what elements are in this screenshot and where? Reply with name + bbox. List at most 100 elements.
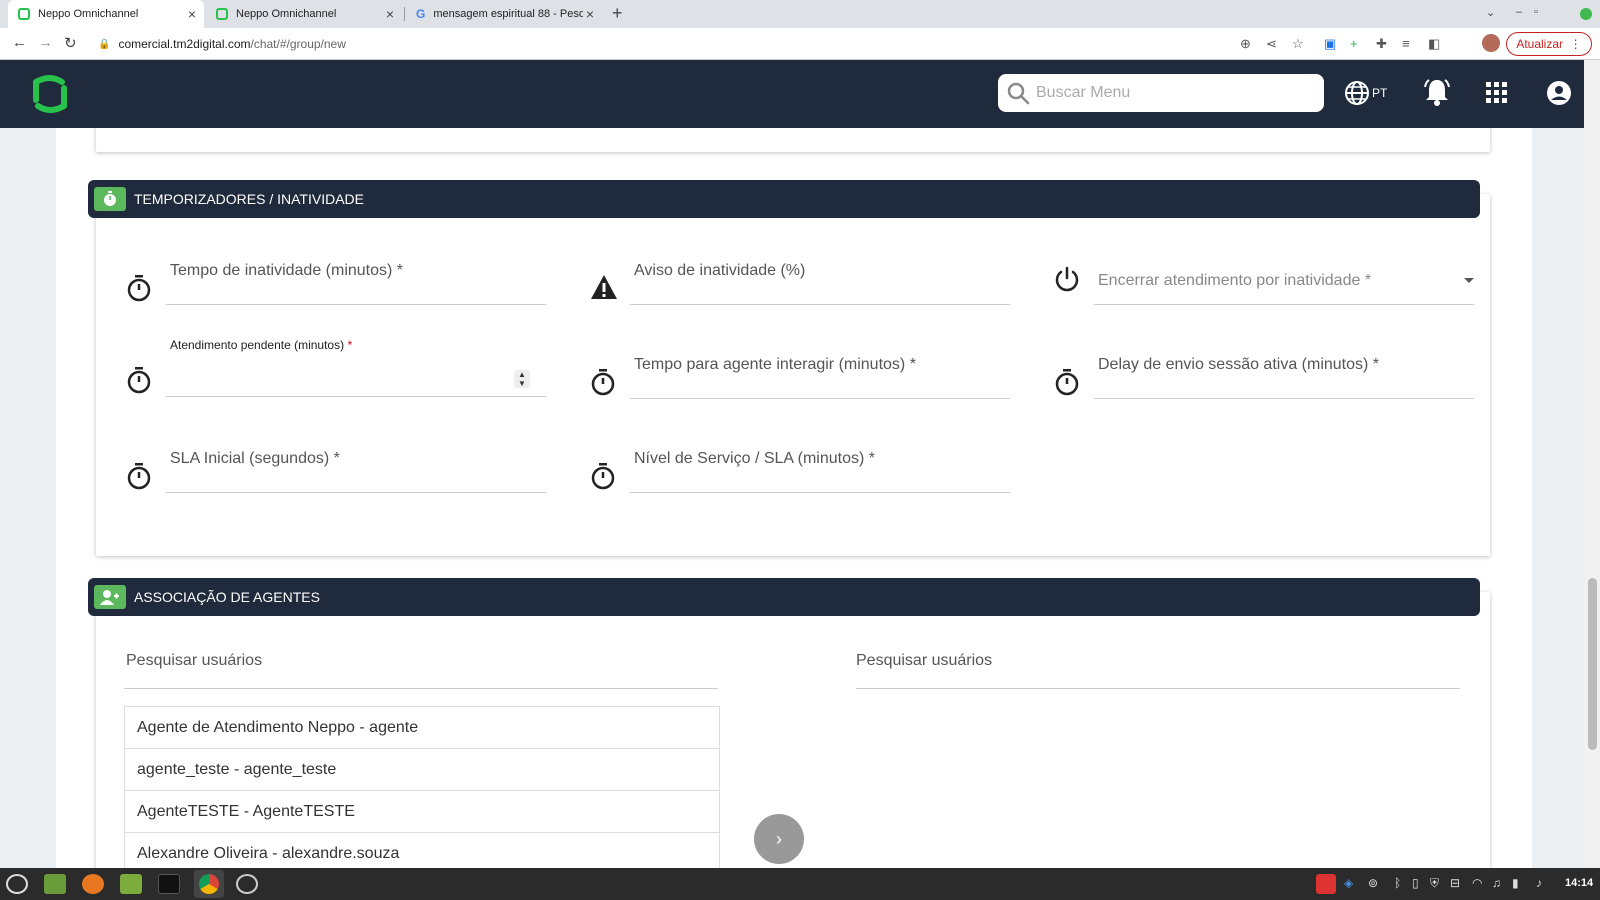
new-tab-button[interactable]: + <box>612 3 623 24</box>
notifications-bell-icon[interactable] <box>1424 78 1450 106</box>
music-icon[interactable]: ♫ <box>1492 876 1501 890</box>
battery-icon[interactable]: ▮ <box>1512 876 1519 890</box>
volume-icon[interactable]: ♪ <box>1536 876 1542 890</box>
pending-attendance-field[interactable]: Atendimento pendente (minutos) * ▲ ▼ <box>126 338 546 408</box>
end-by-inactivity-select[interactable]: Encerrar atendimento por inatividade * <box>1054 252 1484 312</box>
media-queue-icon[interactable]: ≡ <box>1402 36 1410 51</box>
update-browser-button[interactable]: Atualizar ⋮ <box>1506 32 1592 56</box>
inactivity-time-field[interactable]: Tempo de inatividade (minutos) * <box>126 252 546 312</box>
browser-tab-bar: Neppo Omnichannel × Neppo Omnichannel × … <box>0 0 1600 28</box>
vpn-icon[interactable]: ⊚ <box>1368 876 1378 890</box>
terminal-icon[interactable] <box>158 874 180 894</box>
chevron-down-icon[interactable] <box>1464 278 1474 283</box>
list-item[interactable]: Agente de Atendimento Neppo - agente <box>125 707 719 749</box>
wifi-icon[interactable]: ◠ <box>1472 876 1482 890</box>
timer-icon <box>127 463 151 490</box>
update-manager-icon[interactable]: ⛨ <box>1430 876 1439 891</box>
agents-section-header: ASSOCIAÇÃO DE AGENTES <box>88 578 1480 616</box>
anydesk-icon[interactable] <box>1316 874 1336 894</box>
field-underline <box>630 492 1010 493</box>
initial-sla-field[interactable]: SLA Inicial (segundos) * <box>126 440 546 500</box>
close-tab-icon[interactable]: × <box>586 6 594 22</box>
pending-attendance-label: Atendimento pendente (minutos) * <box>170 338 353 352</box>
page-scrollbar[interactable] <box>1584 128 1600 868</box>
taskbar-clock[interactable]: 14:14 <box>1565 877 1593 889</box>
address-bar-row: ← → ↻ 🔒 comercial.tm2digital.com/chat/#/… <box>0 28 1600 60</box>
list-item[interactable]: AgenteTESTE - AgenteTESTE <box>125 791 719 833</box>
agents-section-title: ASSOCIAÇÃO DE AGENTES <box>134 589 320 605</box>
service-level-label: Nível de Serviço / SLA (minutos) * <box>634 450 875 467</box>
url-path: /chat/#/group/new <box>250 37 346 51</box>
number-stepper-icon[interactable]: ▲ ▼ <box>514 370 530 388</box>
globe-icon[interactable] <box>1344 80 1370 106</box>
shield-icon[interactable]: ◈ <box>1344 876 1353 890</box>
close-tab-icon[interactable]: × <box>188 6 196 22</box>
user-account-icon[interactable] <box>1546 80 1572 106</box>
menu-search-input[interactable] <box>1036 84 1306 102</box>
browser-menu-icon[interactable]: ⋮ <box>1570 37 1582 51</box>
firefox-icon[interactable] <box>82 874 104 894</box>
field-underline <box>166 396 546 397</box>
network-wired-icon[interactable]: ⊟ <box>1450 876 1460 890</box>
field-underline <box>856 688 1460 689</box>
lock-icon: 🔒 <box>98 38 111 50</box>
folder-icon[interactable] <box>120 874 142 894</box>
reload-icon[interactable]: ↻ <box>64 34 77 52</box>
close-window-icon[interactable] <box>1580 8 1592 20</box>
language-label[interactable]: PT <box>1372 86 1387 100</box>
clipboard-icon[interactable]: ▯ <box>1412 876 1419 890</box>
timer-icon <box>591 369 615 396</box>
minimize-icon[interactable]: – <box>1516 6 1522 18</box>
neppo-logo-icon[interactable] <box>28 72 72 116</box>
tab-search-icon[interactable]: ⌄ <box>1486 6 1495 19</box>
timer-icon <box>1055 369 1079 396</box>
browser-tab-2[interactable]: Neppo Omnichannel × <box>206 0 402 28</box>
url-field[interactable]: 🔒 comercial.tm2digital.com/chat/#/group/… <box>92 32 1312 56</box>
extension-translate-icon[interactable]: ▣ <box>1324 36 1336 52</box>
zoom-icon[interactable]: ⊕ <box>1240 36 1251 52</box>
warning-icon <box>591 275 617 299</box>
move-right-button[interactable]: › <box>754 814 804 864</box>
previous-section-card <box>96 128 1490 152</box>
list-item[interactable]: agente_teste - agente_teste <box>125 749 719 791</box>
search-users-right-field[interactable]: Pesquisar usuários <box>856 652 992 670</box>
files-green-icon[interactable] <box>44 874 66 894</box>
extensions-puzzle-icon[interactable]: ✚ <box>1376 36 1387 52</box>
share-icon[interactable]: ⋖ <box>1266 36 1277 52</box>
inactivity-warning-field[interactable]: Aviso de inatividade (%) <box>590 252 1010 312</box>
chrome-taskbar-active[interactable] <box>194 870 224 898</box>
field-underline <box>1094 398 1474 399</box>
search-icon <box>1007 82 1030 105</box>
back-icon[interactable]: ← <box>12 34 27 51</box>
search-users-left-field[interactable]: Pesquisar usuários <box>126 652 262 670</box>
neppo-favicon-icon <box>18 8 30 20</box>
forward-icon[interactable]: → <box>38 34 53 51</box>
agent-interact-time-field[interactable]: Tempo para agente interagir (minutos) * <box>590 346 1010 406</box>
browser-tab-1[interactable]: Neppo Omnichannel × <box>8 0 204 28</box>
extension-plus-icon[interactable]: + <box>1350 36 1358 51</box>
bookmark-star-icon[interactable]: ☆ <box>1292 36 1304 52</box>
maximize-icon[interactable]: ▫ <box>1534 6 1538 18</box>
field-underline <box>166 492 546 493</box>
inactivity-warning-label: Aviso de inatividade (%) <box>634 262 806 279</box>
service-level-field[interactable]: Nível de Serviço / SLA (minutos) * <box>590 440 1010 500</box>
mint-menu-icon[interactable] <box>6 874 28 894</box>
stopwatch-badge-icon <box>94 187 126 211</box>
tab-title: Neppo Omnichannel <box>38 8 139 20</box>
profile-avatar[interactable] <box>1482 34 1500 52</box>
url-host: comercial.tm2digital.com <box>118 37 251 51</box>
os-taskbar: ◈ ⊚ ᛒ ▯ ⛨ ⊟ ◠ ♫ ▮ ♪ 14:14 <box>0 868 1600 900</box>
browser-tab-3[interactable]: G mensagem espiritual 88 - Pesq × <box>406 0 602 28</box>
list-item[interactable]: Alexandre Oliveira - alexandre.souza <box>125 833 719 868</box>
active-session-delay-field[interactable]: Delay de envio sessão ativa (minutos) * <box>1054 346 1484 406</box>
obs-icon[interactable] <box>236 874 258 894</box>
close-tab-icon[interactable]: × <box>386 6 394 22</box>
initial-sla-label: SLA Inicial (segundos) * <box>170 450 340 467</box>
scrollbar-thumb[interactable] <box>1588 578 1597 750</box>
menu-search-box[interactable] <box>998 74 1324 112</box>
field-underline <box>630 398 1010 399</box>
side-panel-icon[interactable]: ◧ <box>1428 36 1440 52</box>
bluetooth-icon[interactable]: ᛒ <box>1394 876 1401 890</box>
apps-grid-icon[interactable] <box>1486 82 1508 104</box>
field-underline <box>166 304 546 305</box>
